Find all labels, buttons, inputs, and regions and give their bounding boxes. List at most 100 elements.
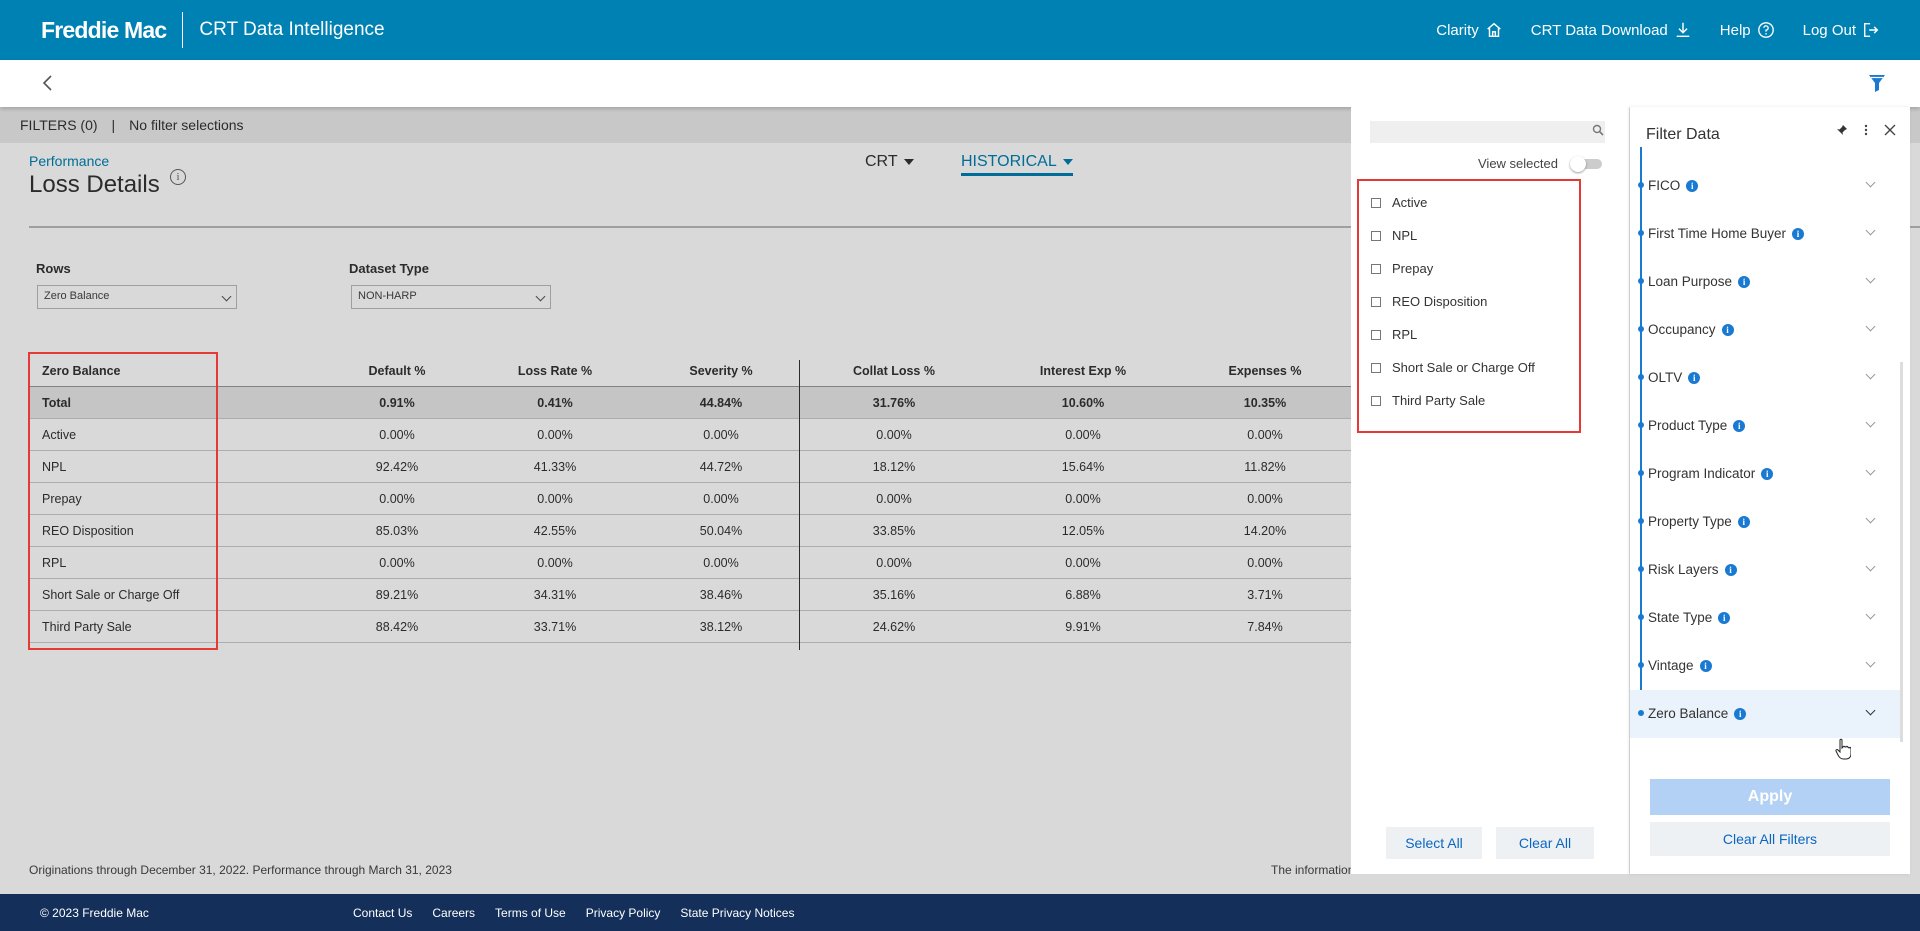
filter-value-option[interactable]: Short Sale or Charge Off — [1371, 360, 1535, 375]
filter-icon[interactable] — [1868, 73, 1886, 93]
checkbox[interactable] — [1371, 296, 1381, 307]
filter-category-loan-purpose[interactable]: Loan Purpose i — [1630, 258, 1900, 306]
filter-category-first-time-home-buyer[interactable]: First Time Home Buyer i — [1630, 210, 1900, 258]
hand-cursor-icon — [1835, 738, 1851, 760]
chevron-down-icon[interactable] — [1865, 609, 1876, 620]
logout-icon — [1863, 22, 1879, 38]
footer-link-careers[interactable]: Careers — [432, 906, 475, 920]
timeline-dot — [1638, 230, 1644, 236]
chevron-down-icon[interactable] — [1865, 561, 1876, 572]
info-icon[interactable]: i — [1737, 516, 1750, 528]
filter-category-risk-layers[interactable]: Risk Layers i — [1630, 546, 1900, 594]
chevron-down-icon[interactable] — [1865, 417, 1876, 428]
checkbox[interactable] — [1371, 329, 1381, 340]
chevron-down-icon[interactable] — [1865, 273, 1876, 284]
chevron-down-icon[interactable] — [1865, 705, 1876, 716]
footer-link-privacy-policy[interactable]: Privacy Policy — [586, 906, 661, 920]
filter-category-oltv[interactable]: OLTV i — [1630, 354, 1900, 402]
view-selected-toggle[interactable] — [1570, 156, 1602, 172]
filter-category-label: OLTV i — [1648, 370, 1701, 385]
chevron-down-icon[interactable] — [1865, 177, 1876, 188]
footer-links: Contact Us Careers Terms of Use Privacy … — [353, 906, 794, 920]
checkbox[interactable] — [1371, 230, 1381, 241]
filter-category-program-indicator[interactable]: Program Indicator i — [1630, 450, 1900, 498]
nav-download-label: CRT Data Download — [1530, 21, 1668, 39]
pin-icon[interactable] — [1836, 124, 1848, 136]
info-icon[interactable]: i — [1734, 708, 1747, 720]
filter-value-option[interactable]: NPL — [1371, 228, 1417, 243]
timeline-dot — [1638, 326, 1644, 332]
apply-button[interactable]: Apply — [1650, 779, 1890, 815]
filter-category-label: Zero Balance i — [1648, 706, 1747, 721]
chevron-down-icon[interactable] — [1865, 465, 1876, 476]
info-icon[interactable]: i — [1688, 372, 1701, 384]
header-nav: Clarity CRT Data Download Help Log Out — [1436, 0, 1880, 60]
filter-category-state-type[interactable]: State Type i — [1630, 594, 1900, 642]
filter-category-product-type[interactable]: Product Type i — [1630, 402, 1900, 450]
info-icon[interactable]: i — [1733, 420, 1746, 432]
filter-category-label: Property Type i — [1648, 514, 1750, 529]
search-icon[interactable] — [1592, 124, 1604, 136]
clear-all-filters-button[interactable]: Clear All Filters — [1650, 822, 1890, 856]
toolbar — [0, 60, 1920, 107]
timeline-dot — [1638, 614, 1644, 620]
filter-value-option[interactable]: Third Party Sale — [1371, 393, 1485, 408]
close-icon[interactable] — [1884, 124, 1896, 136]
filter-category-name: Loan Purpose — [1648, 274, 1733, 289]
filter-category-name: Occupancy — [1648, 322, 1716, 337]
filter-category-occupancy[interactable]: Occupancy i — [1630, 306, 1900, 354]
filter-category-name: Zero Balance — [1648, 706, 1729, 721]
chevron-down-icon[interactable] — [1865, 225, 1876, 236]
checkbox[interactable] — [1371, 395, 1381, 406]
more-options-icon[interactable] — [1864, 124, 1868, 136]
timeline-dot — [1638, 710, 1644, 716]
filter-category-fico[interactable]: FICO i — [1630, 162, 1900, 210]
nav-crt-data-download[interactable]: CRT Data Download — [1531, 21, 1692, 39]
info-icon[interactable]: i — [1699, 660, 1712, 672]
nav-help[interactable]: Help — [1720, 21, 1775, 39]
filter-category-ever-payment-deferral[interactable]: Ever Payment Deferrali — [1630, 147, 1900, 162]
timeline-dot — [1638, 278, 1644, 284]
clear-all-button[interactable]: Clear All — [1496, 827, 1594, 859]
filter-value-option[interactable]: REO Disposition — [1371, 294, 1487, 309]
filter-values-search-input[interactable] — [1370, 121, 1605, 143]
info-icon[interactable]: i — [1792, 228, 1805, 240]
help-icon — [1757, 22, 1774, 38]
info-icon[interactable]: i — [1738, 276, 1751, 288]
filter-value-option[interactable]: RPL — [1371, 327, 1417, 342]
filter-value-label: Active — [1392, 195, 1428, 210]
filter-category-label: Risk Layers i — [1648, 562, 1737, 577]
filter-value-label: NPL — [1392, 228, 1418, 243]
filter-data-panel: Filter Data Ever Payment DeferraliFICOiF… — [1630, 107, 1910, 874]
chevron-down-icon[interactable] — [1865, 657, 1876, 668]
info-icon[interactable]: i — [1718, 612, 1731, 624]
nav-log-out[interactable]: Log Out — [1803, 21, 1880, 39]
filter-value-option[interactable]: Prepay — [1371, 261, 1433, 276]
chevron-down-icon[interactable] — [1865, 513, 1876, 524]
timeline-dot — [1638, 518, 1644, 524]
back-arrow-icon[interactable] — [38, 73, 58, 93]
nav-clarity[interactable]: Clarity — [1436, 21, 1503, 39]
checkbox[interactable] — [1371, 197, 1381, 208]
info-icon[interactable]: i — [1721, 324, 1734, 336]
filter-category-vintage[interactable]: Vintage i — [1630, 642, 1900, 690]
freddie-mac-logo[interactable]: Freddie Mac — [41, 17, 167, 44]
checkbox[interactable] — [1371, 263, 1381, 274]
chevron-down-icon[interactable] — [1865, 321, 1876, 332]
filter-category-property-type[interactable]: Property Type i — [1630, 498, 1900, 546]
info-icon[interactable]: i — [1724, 564, 1737, 576]
filter-value-label: REO Disposition — [1392, 294, 1488, 309]
filter-category-zero-balance[interactable]: Zero Balance i — [1630, 690, 1900, 738]
footer-link-terms-of-use[interactable]: Terms of Use — [495, 906, 566, 920]
info-icon[interactable]: i — [1761, 468, 1774, 480]
info-icon[interactable]: i — [1686, 180, 1699, 192]
filter-category-label: Program Indicator i — [1648, 466, 1774, 481]
site-footer: © 2023 Freddie Mac Contact Us Careers Te… — [0, 894, 1920, 931]
checkbox[interactable] — [1371, 362, 1381, 373]
footer-link-contact-us[interactable]: Contact Us — [353, 906, 412, 920]
filter-value-option[interactable]: Active — [1371, 195, 1427, 210]
footer-link-state-privacy-notices[interactable]: State Privacy Notices — [680, 906, 794, 920]
select-all-button[interactable]: Select All — [1386, 827, 1482, 859]
chevron-down-icon[interactable] — [1865, 369, 1876, 380]
scrollbar[interactable] — [1900, 362, 1903, 742]
